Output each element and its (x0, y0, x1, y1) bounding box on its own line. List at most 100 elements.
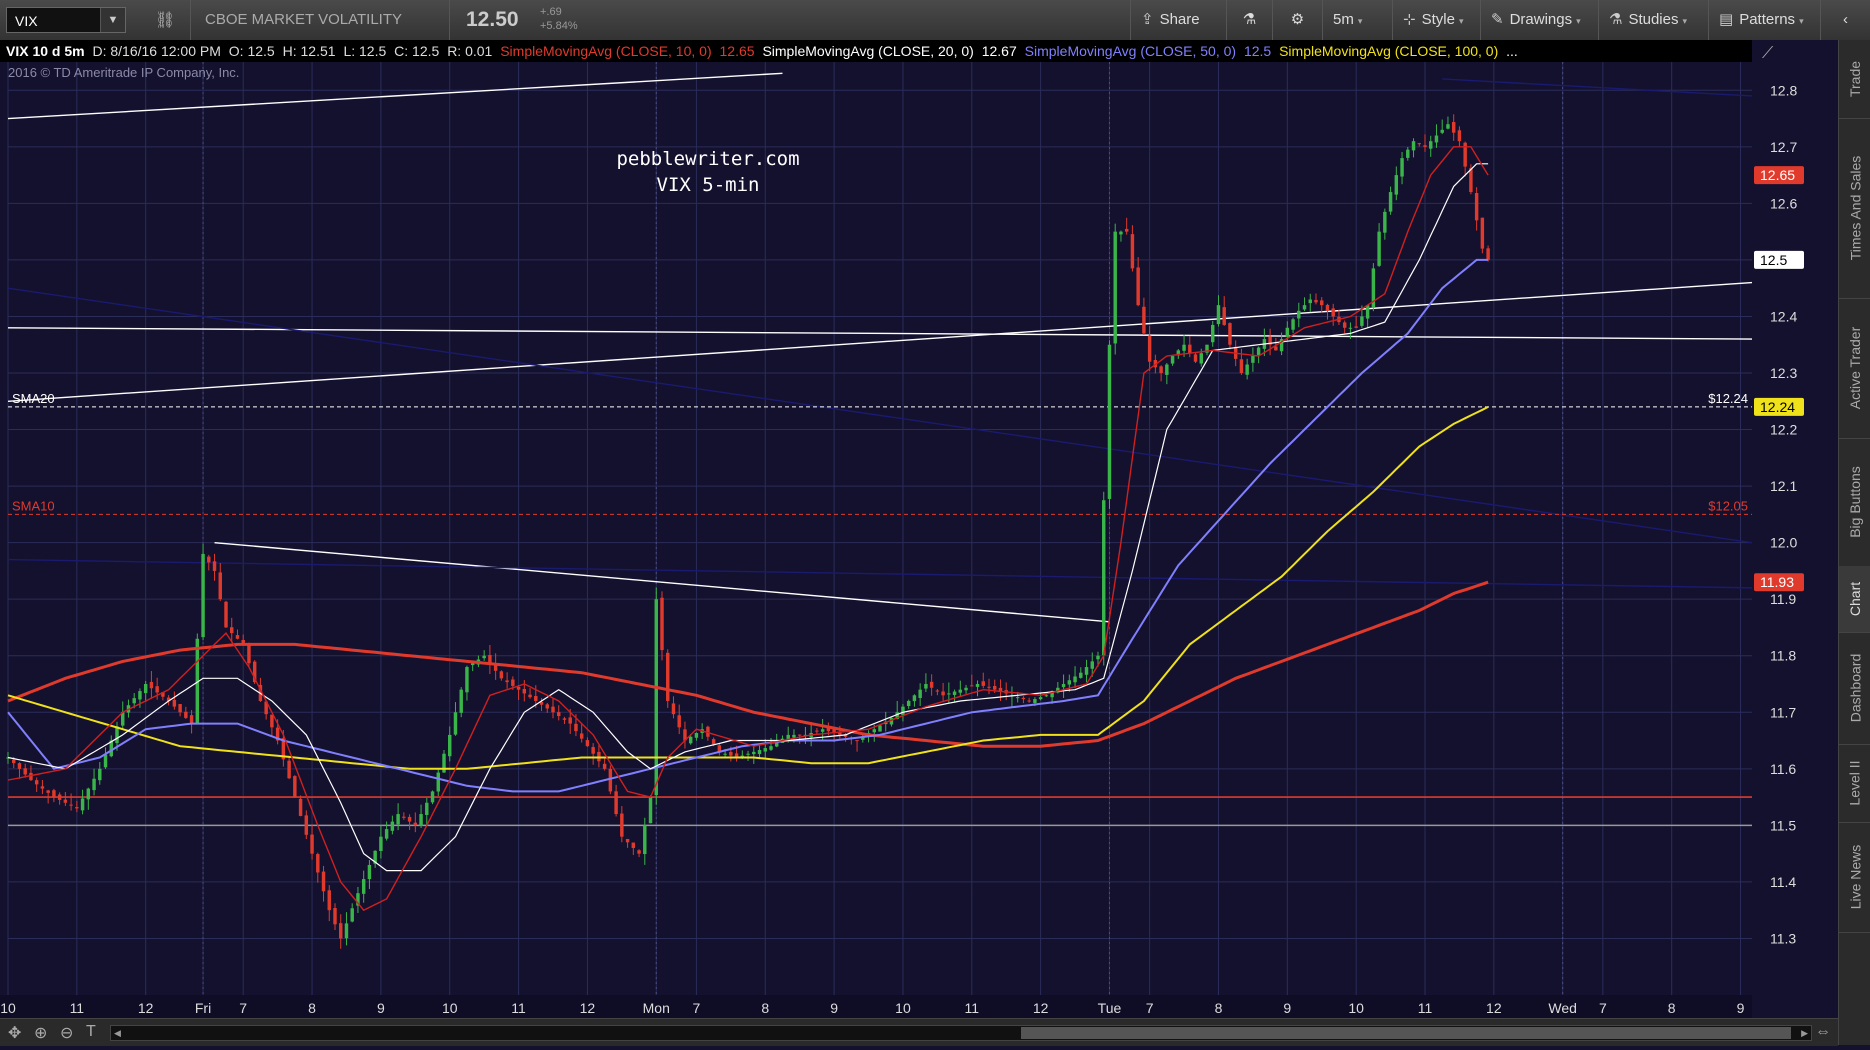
candle-body (138, 691, 142, 700)
chart-bottom-bar: ✥ ⊕ ⊖ T ◀ ▶ ⇔ (0, 1018, 1838, 1046)
horizontal-line-name-label: SMA20 (12, 391, 55, 406)
rail-tab-live-news[interactable]: Live News (1839, 822, 1870, 933)
candle-body (1451, 122, 1456, 133)
candle-body (1084, 667, 1089, 675)
scrollbar-thumb[interactable] (1021, 1027, 1791, 1039)
scroll-right-arrow-icon[interactable]: ▶ (1801, 1026, 1808, 1040)
chart-area[interactable]: SMA20 $12.24 SMA10 $12.05 11.3 11.4 11.5 11.6 11… (0, 40, 1838, 1045)
candle-body (425, 802, 429, 815)
style-icon: ⊹ (1403, 11, 1416, 28)
horizontal-line-price-label: $12.05 (1708, 498, 1748, 513)
candle-body (339, 923, 343, 939)
collapse-toolbar-button[interactable]: ‹ (1820, 0, 1870, 40)
sma20-study-label[interactable]: SimpleMovingAvg (CLOSE, 20, 0) (762, 43, 973, 59)
share-button[interactable]: ⇪ Share (1130, 0, 1226, 40)
candle-body (75, 807, 79, 809)
rail-tab-big-buttons[interactable]: Big Buttons (1839, 438, 1870, 567)
patterns-button[interactable]: ▤ Patterns ▾ (1708, 0, 1820, 40)
expand-icon[interactable]: ⇔ (1815, 1023, 1831, 1041)
candle-body (189, 715, 194, 724)
candle-body (964, 687, 968, 691)
candle-body (1411, 141, 1416, 151)
candle-body (436, 772, 440, 792)
style-button[interactable]: ⊹ Style ▾ (1392, 0, 1480, 40)
candle-body (57, 794, 62, 800)
candle-body (459, 689, 463, 713)
candle-body (172, 699, 177, 707)
text-tool-icon[interactable]: T (86, 1023, 96, 1041)
rail-tab-chart[interactable]: Chart (1839, 566, 1870, 633)
candle-body (993, 685, 997, 690)
pencil-icon: ✎ (1491, 11, 1504, 28)
candle-body (52, 790, 56, 798)
candle-body (1182, 344, 1186, 351)
candle-body (1446, 124, 1450, 129)
y-axis-tick-label: 12.0 (1770, 535, 1797, 551)
symbol-dropdown-button[interactable]: ▼ (100, 8, 125, 32)
candle-body (1331, 308, 1335, 317)
candle-body (574, 723, 578, 732)
rail-tab-active-trader[interactable]: Active Trader (1839, 298, 1870, 439)
candle-body (1033, 699, 1037, 703)
candle-body (34, 780, 39, 785)
candle-body (361, 879, 366, 894)
lab-button[interactable]: ⚗ (1226, 0, 1272, 40)
candle-body (924, 684, 928, 689)
info-range: R: 0.01 (447, 43, 493, 59)
candle-body (1291, 319, 1295, 330)
candle-body (505, 680, 509, 683)
candle-body (1388, 192, 1393, 212)
candle-body (729, 751, 733, 756)
price-chart[interactable]: SMA20 $12.24 SMA10 $12.05 11.3 11.4 11.5 11.6 11… (0, 40, 1838, 1045)
chevron-left-icon: ‹ (1843, 11, 1848, 28)
toolbar: VIX ▼ ⛓ CBOE MARKET VOLATILITY INDEX 12.… (0, 0, 1870, 68)
candle-body (1417, 143, 1421, 145)
x-axis-tick-label: 8 (1668, 1000, 1676, 1016)
candle-body (929, 681, 934, 688)
pan-icon[interactable]: ✥ (8, 1023, 21, 1043)
candle-body (333, 907, 337, 925)
y-axis-tick-label: 11.4 (1770, 874, 1796, 890)
candle-body (614, 791, 618, 815)
sma100-study-value: ... (1506, 43, 1518, 59)
zoom-out-icon[interactable]: ⊖ (60, 1023, 73, 1043)
zoom-in-icon[interactable]: ⊕ (34, 1023, 47, 1043)
candle-body (1394, 175, 1399, 195)
candle-body (310, 834, 314, 854)
rail-tab-dashboard[interactable]: Dashboard (1839, 632, 1870, 745)
candle-body (557, 712, 561, 717)
x-axis-tick-label: 8 (308, 1000, 316, 1016)
rail-tab-level-ii[interactable]: Level II (1839, 744, 1870, 823)
y-axis-tick-label: 11.3 (1770, 930, 1796, 946)
candle-body (115, 726, 119, 744)
candle-body (901, 706, 905, 715)
link-icon[interactable]: ⛓ (155, 10, 175, 30)
candle-body (224, 601, 228, 628)
info-close: C: 12.5 (394, 43, 440, 59)
time-scrollbar[interactable]: ◀ ▶ (110, 1025, 1812, 1041)
x-axis-tick-label: Mon (643, 1000, 670, 1016)
candle-body (815, 730, 819, 732)
candle-body (551, 706, 555, 713)
candle-body (1136, 267, 1140, 306)
candle-body (1170, 356, 1175, 364)
symbol-input[interactable]: VIX ▼ (6, 7, 126, 33)
timeframe-button[interactable]: 5m ▾ (1322, 0, 1392, 40)
sma100-study-label[interactable]: SimpleMovingAvg (CLOSE, 100, 0) (1279, 43, 1498, 59)
candle-body (1325, 304, 1330, 311)
scroll-left-arrow-icon[interactable]: ◀ (114, 1026, 121, 1040)
sma50-study-label[interactable]: SimpleMovingAvg (CLOSE, 50, 0) (1025, 43, 1236, 59)
flask-icon: ⚗ (1609, 11, 1623, 28)
candle-body (1434, 135, 1439, 143)
studies-button[interactable]: ⚗ Studies ▾ (1598, 0, 1708, 40)
x-axis-tick-label: Tue (1098, 1000, 1122, 1016)
rail-tab-times-and-sales[interactable]: Times And Sales (1839, 118, 1870, 299)
drawings-button[interactable]: ✎ Drawings ▾ (1480, 0, 1598, 40)
flask-icon: ⚗ (1242, 11, 1257, 28)
candle-body (769, 746, 773, 750)
rail-tab-trade[interactable]: Trade (1839, 40, 1870, 119)
candle-body (1400, 158, 1404, 177)
settings-button[interactable]: ⚙ (1272, 0, 1322, 40)
info-symbol-period: VIX 10 d 5m (6, 43, 85, 59)
sma10-study-label[interactable]: SimpleMovingAvg (CLOSE, 10, 0) (500, 43, 711, 59)
